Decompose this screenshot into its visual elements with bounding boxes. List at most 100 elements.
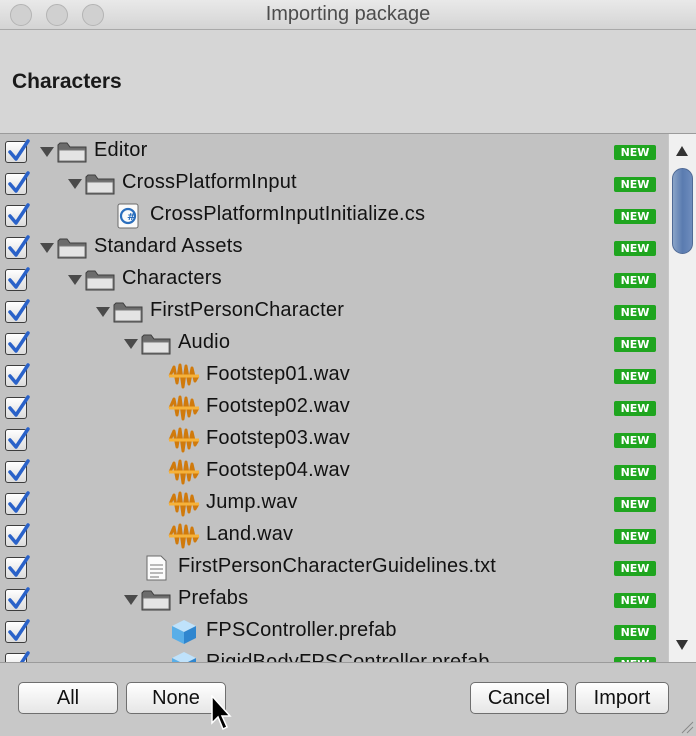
disclosure-arrow-icon[interactable] [68, 179, 82, 189]
tree-row[interactable]: Land.wav NEW [0, 520, 668, 552]
new-badge: NEW [614, 465, 656, 480]
checkmark-icon [8, 587, 30, 609]
tree-item-label: CrossPlatformInputInitialize.cs [150, 203, 426, 225]
tree-row[interactable]: Characters NEW [0, 264, 668, 296]
new-badge: NEW [614, 625, 656, 640]
include-checkbox[interactable] [5, 395, 30, 419]
audio-clip-icon [168, 491, 200, 517]
tree-row[interactable]: Jump.wav NEW [0, 488, 668, 520]
checkmark-icon [8, 331, 30, 353]
checkmark-icon [8, 459, 30, 481]
include-checkbox[interactable] [5, 587, 30, 611]
tree-row[interactable]: Footstep01.wav NEW [0, 360, 668, 392]
folder-icon [56, 235, 88, 261]
include-checkbox[interactable] [5, 203, 30, 227]
new-badge: NEW [614, 145, 656, 160]
new-badge: NEW [614, 561, 656, 576]
tree-row[interactable]: Audio NEW [0, 328, 668, 360]
tree-row[interactable]: Standard Assets NEW [0, 232, 668, 264]
tree-item-label: Editor [94, 139, 148, 161]
disclosure-arrow-icon[interactable] [96, 307, 110, 317]
tree-item-label: Land.wav [206, 523, 294, 545]
new-badge: NEW [614, 593, 656, 608]
tree-row[interactable]: RigidBodyFPSController.prefabNEW [0, 648, 668, 662]
include-checkbox[interactable] [5, 171, 30, 195]
include-checkbox[interactable] [5, 523, 30, 547]
csharp-script-icon: # [112, 203, 144, 229]
audio-clip-icon [168, 427, 200, 453]
resize-grip-icon[interactable] [680, 720, 694, 734]
button-bar: All None Cancel Import [0, 662, 696, 736]
checkmark-icon [8, 523, 30, 545]
disclosure-arrow-icon[interactable] [68, 275, 82, 285]
tree-item-label: FirstPersonCharacter [150, 299, 345, 321]
checkmark-icon [8, 171, 30, 193]
scroll-thumb[interactable] [672, 168, 693, 254]
include-checkbox[interactable] [5, 555, 30, 579]
tree-row[interactable]: Editor NEW [0, 136, 668, 168]
tree-row[interactable]: FirstPersonCharacterGuidelines.txt NEW [0, 552, 668, 584]
new-badge: NEW [614, 401, 656, 416]
tree-item-label: FirstPersonCharacterGuidelines.txt [178, 555, 497, 577]
tree-item-label: Footstep02.wav [206, 395, 350, 417]
disclosure-arrow-icon[interactable] [40, 147, 54, 157]
folder-icon [56, 139, 88, 165]
mouse-pointer-icon [211, 695, 232, 731]
tree-item-label: Jump.wav [206, 491, 298, 513]
select-all-button[interactable]: All [18, 682, 118, 714]
tree-item-label: Characters [122, 267, 222, 289]
new-badge: NEW [614, 433, 656, 448]
new-badge: NEW [614, 273, 656, 288]
include-checkbox[interactable] [5, 331, 30, 355]
checkmark-icon [8, 203, 30, 225]
new-badge: NEW [614, 241, 656, 256]
new-badge: NEW [614, 305, 656, 320]
include-checkbox[interactable] [5, 267, 30, 291]
tree-row[interactable]: CrossPlatformInput NEW [0, 168, 668, 200]
tree-item-label: Prefabs [178, 587, 249, 609]
include-checkbox[interactable] [5, 139, 30, 163]
tree-item-label: RigidBodyFPSController.prefab [206, 651, 490, 662]
audio-clip-icon [168, 523, 200, 549]
disclosure-arrow-icon[interactable] [124, 339, 138, 349]
tree-item-label: FPSController.prefab [206, 619, 397, 641]
package-title: Characters [12, 70, 122, 93]
include-checkbox[interactable] [5, 459, 30, 483]
audio-clip-icon [168, 459, 200, 485]
checkmark-icon [8, 427, 30, 449]
tree-row[interactable]: Footstep03.wav NEW [0, 424, 668, 456]
include-checkbox[interactable] [5, 427, 30, 451]
include-checkbox[interactable] [5, 299, 30, 323]
audio-clip-icon [168, 363, 200, 389]
cancel-button[interactable]: Cancel [470, 682, 568, 714]
include-checkbox[interactable] [5, 651, 30, 662]
include-checkbox[interactable] [5, 363, 30, 387]
tree-row[interactable]: Footstep04.wav NEW [0, 456, 668, 488]
asset-tree: Editor NEW CrossPlatformInput NEW # CrossPlat… [0, 134, 668, 662]
checkmark-icon [8, 555, 30, 577]
vertical-scrollbar[interactable] [668, 134, 696, 662]
tree-item-label: Audio [178, 331, 231, 353]
package-header: Characters [0, 30, 696, 134]
disclosure-arrow-icon[interactable] [40, 243, 54, 253]
tree-row[interactable]: # CrossPlatformInputInitialize.cs NEW [0, 200, 668, 232]
scroll-down-icon[interactable] [676, 640, 688, 650]
include-checkbox[interactable] [5, 235, 30, 259]
tree-row[interactable]: FirstPersonCharacter NEW [0, 296, 668, 328]
tree-row[interactable]: Prefabs NEW [0, 584, 668, 616]
svg-text:#: # [127, 212, 135, 223]
checkmark-icon [8, 299, 30, 321]
new-badge: NEW [614, 337, 656, 352]
scroll-up-icon[interactable] [676, 146, 688, 156]
folder-icon [84, 267, 116, 293]
window-title: Importing package [265, 3, 431, 25]
include-checkbox[interactable] [5, 619, 30, 643]
tree-row[interactable]: FPSController.prefab NEW [0, 616, 668, 648]
disclosure-arrow-icon[interactable] [124, 595, 138, 605]
include-checkbox[interactable] [5, 491, 30, 515]
tree-row[interactable]: Footstep02.wav NEW [0, 392, 668, 424]
new-badge: NEW [614, 369, 656, 384]
import-button[interactable]: Import [575, 682, 669, 714]
title-bar: Importing package [0, 0, 696, 30]
checkmark-icon [8, 395, 30, 417]
